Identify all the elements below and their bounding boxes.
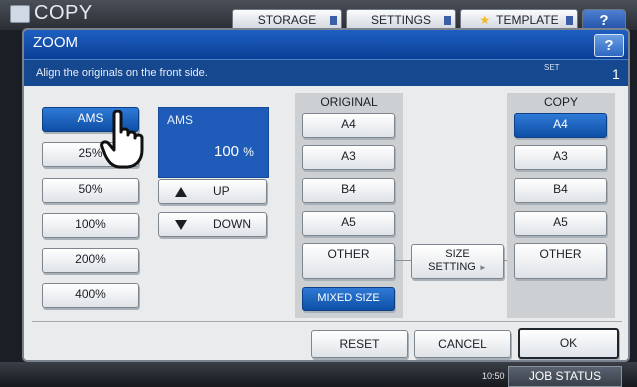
down-arrow-icon (175, 219, 187, 233)
size-setting-button[interactable]: SIZE SETTING ► (411, 244, 504, 279)
copy-b4-button[interactable]: B4 (514, 178, 607, 203)
dialog-title: ZOOM (33, 34, 78, 51)
cancel-label: CANCEL (438, 337, 487, 351)
mixed-size-label: MIXED SIZE (317, 292, 380, 304)
tab-storage-label: STORAGE (257, 13, 317, 27)
tab-settings-label: SETTINGS (370, 13, 431, 27)
size-setting-label-line2: SETTING ► (428, 261, 487, 273)
job-status-button[interactable]: JOB STATUS (508, 366, 622, 387)
copy-a3-label: A3 (553, 149, 568, 163)
star-icon: ★ (479, 13, 491, 27)
cancel-button[interactable]: CANCEL (414, 330, 511, 358)
background-app-title: COPY (34, 2, 93, 24)
down-label: DOWN (213, 217, 251, 231)
copy-b4-label: B4 (553, 182, 568, 196)
size-setting-label-line1: SIZE (445, 248, 470, 260)
zoom-400-label: 400% (75, 287, 106, 301)
tab-template-label: TEMPLATE (496, 13, 559, 27)
message-bar: Align the originals on the front side. S… (24, 59, 628, 86)
ok-button[interactable]: OK (518, 328, 619, 359)
zoom-ratio-value: 100 % (214, 143, 254, 160)
zoom-percent: 100 (214, 143, 240, 160)
tab-template[interactable]: ★ TEMPLATE (460, 9, 578, 29)
original-b4-button[interactable]: B4 (302, 178, 395, 203)
original-a3-label: A3 (341, 149, 356, 163)
zoom-dialog: ZOOM ? Align the originals on the front … (22, 28, 630, 362)
zoom-100-button[interactable]: 100% (42, 213, 139, 238)
tab-indicator-icon (330, 16, 337, 25)
reset-label: RESET (339, 337, 380, 351)
zoom-200-label: 200% (75, 252, 106, 266)
ams-display-label: AMS (167, 113, 194, 127)
reset-button[interactable]: RESET (311, 330, 408, 358)
zoom-50-button[interactable]: 50% (42, 178, 139, 203)
instruction-message: Align the originals on the front side. (36, 67, 208, 79)
dialog-title-bar: ZOOM ? (24, 30, 628, 59)
original-b4-label: B4 (341, 182, 356, 196)
copy-a4-button[interactable]: A4 (514, 113, 607, 138)
copy-a5-label: A5 (553, 215, 568, 229)
tab-storage[interactable]: STORAGE (232, 9, 342, 29)
up-label: UP (213, 184, 230, 198)
copy-other-label: OTHER (539, 247, 582, 261)
zoom-up-button[interactable]: UP (158, 179, 267, 204)
zoom-25-label: 25% (78, 146, 103, 160)
copy-a3-button[interactable]: A3 (514, 145, 607, 170)
tab-indicator-icon (444, 16, 451, 25)
zoom-100-label: 100% (75, 217, 106, 231)
zoom-400-button[interactable]: 400% (42, 283, 139, 308)
chevron-right-icon: ► (478, 263, 487, 272)
up-arrow-icon (175, 186, 187, 200)
set-count: 1 (612, 66, 620, 82)
original-a5-button[interactable]: A5 (302, 211, 395, 236)
original-header: ORIGINAL (320, 95, 378, 109)
copy-header: COPY (543, 95, 578, 109)
original-a4-label: A4 (341, 117, 356, 131)
ok-label: OK (559, 336, 578, 350)
original-a3-button[interactable]: A3 (302, 145, 395, 170)
connector-line-left (395, 260, 411, 261)
set-label: SET (544, 63, 560, 72)
copy-other-button[interactable]: OTHER (514, 243, 607, 279)
copy-app-icon (10, 5, 30, 23)
original-other-button[interactable]: OTHER (302, 243, 395, 279)
help-button[interactable]: ? (594, 34, 624, 57)
mixed-size-button[interactable]: MIXED SIZE (302, 287, 395, 311)
zoom-200-button[interactable]: 200% (42, 248, 139, 273)
tab-indicator-icon (566, 16, 573, 25)
original-other-label: OTHER (327, 247, 370, 261)
zoom-ratio-display: AMS 100 % (158, 107, 269, 178)
zoom-down-button[interactable]: DOWN (158, 212, 267, 237)
original-a5-label: A5 (341, 215, 356, 229)
original-a4-button[interactable]: A4 (302, 113, 395, 138)
copy-a5-button[interactable]: A5 (514, 211, 607, 236)
tab-settings[interactable]: SETTINGS (346, 9, 456, 29)
clock: 10:50 (482, 371, 505, 381)
percent-unit: % (243, 145, 254, 159)
hand-pointer-icon (100, 110, 144, 169)
copy-a4-label: A4 (553, 117, 568, 131)
footer-divider (32, 321, 622, 322)
zoom-50-label: 50% (78, 182, 103, 196)
